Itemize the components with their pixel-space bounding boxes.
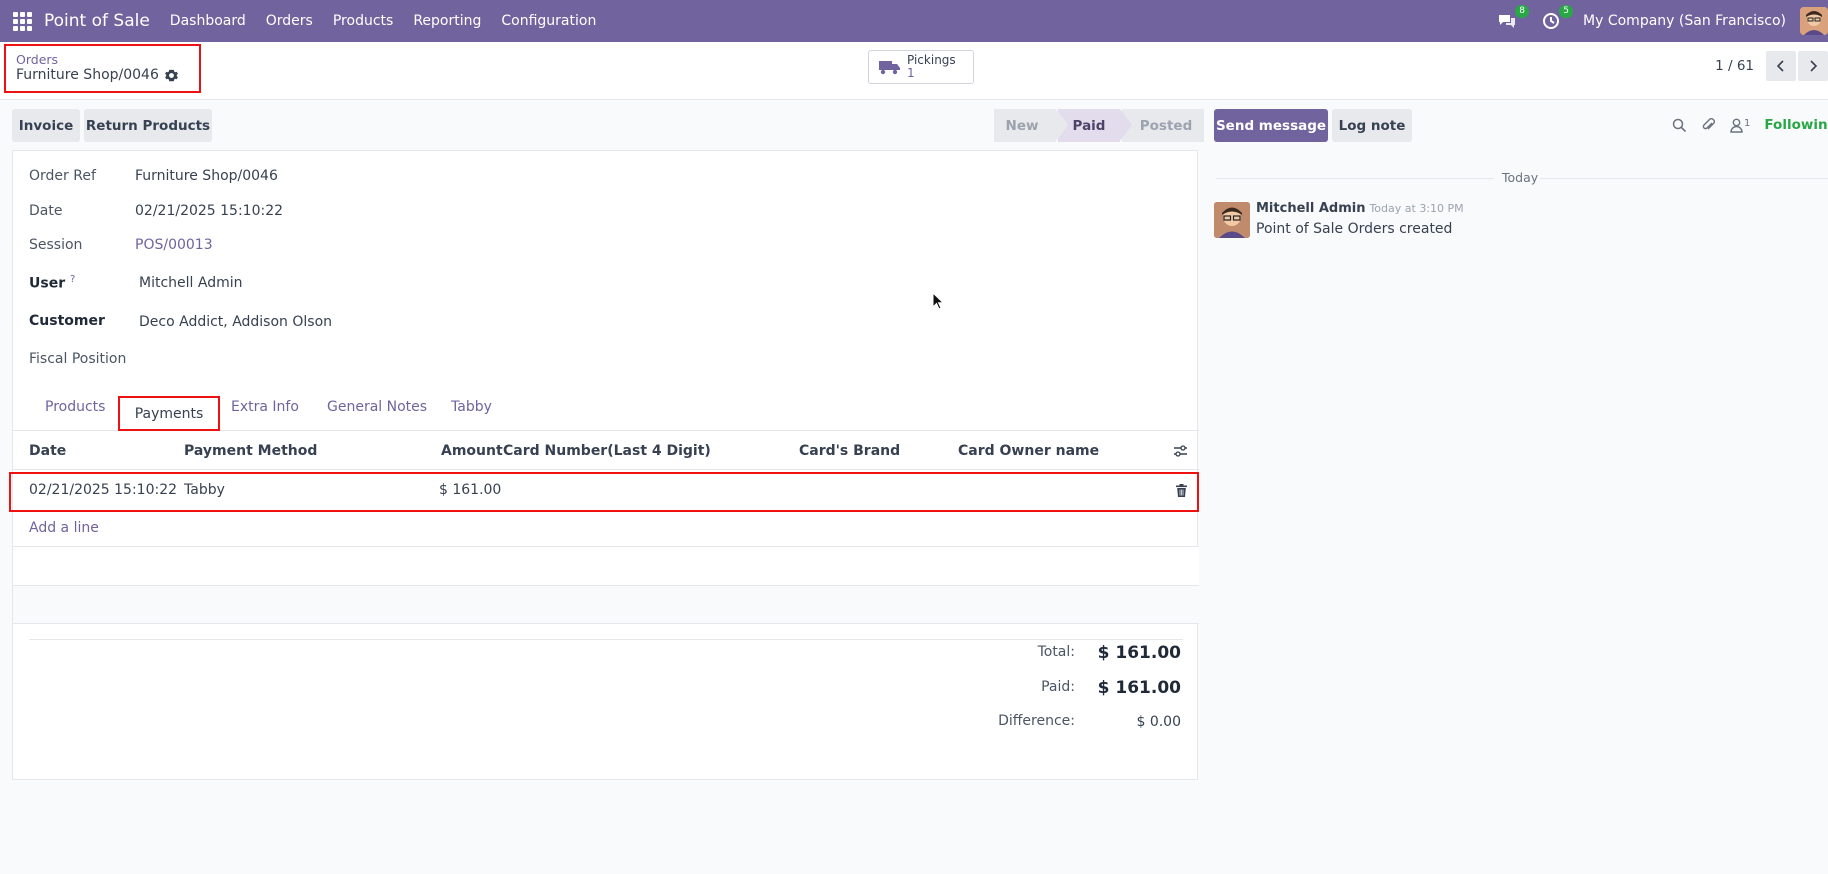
col-card-brand[interactable]: Card's Brand	[799, 443, 900, 459]
pager-value[interactable]: 1 / 61	[1715, 58, 1754, 74]
date-label: Date	[29, 203, 63, 219]
row-amount[interactable]: $ 161.00	[439, 482, 501, 498]
user-label: User ?	[29, 274, 75, 292]
tab-products[interactable]: Products	[45, 399, 105, 415]
header-divider	[13, 469, 1199, 470]
session-label: Session	[29, 237, 83, 253]
empty-row	[13, 586, 1199, 624]
status-posted-label: Posted	[1139, 117, 1193, 134]
col-card-number[interactable]: Card Number(Last 4 Digit)	[503, 443, 711, 459]
record-name: Furniture Shop/0046	[16, 67, 159, 83]
truck-icon	[879, 61, 900, 75]
col-card-owner[interactable]: Card Owner name	[958, 443, 1099, 459]
activities-badge: 5	[1559, 5, 1574, 18]
order-ref-label: Order Ref	[29, 168, 96, 184]
top-navbar: Point of Sale Dashboard Orders Products …	[0, 0, 1828, 42]
user-label-text: User	[29, 275, 66, 292]
pickings-count: 1	[907, 66, 915, 80]
followers-button[interactable]: 1	[1730, 118, 1750, 133]
message-author-avatar[interactable]	[1214, 202, 1250, 238]
menu-products[interactable]: Products	[333, 13, 393, 29]
menu-orders[interactable]: Orders	[266, 13, 313, 29]
total-value: $ 161.00	[1097, 643, 1181, 663]
tab-extra-info[interactable]: Extra Info	[231, 399, 299, 415]
tab-payments[interactable]: Payments	[118, 396, 220, 431]
pager-previous-button[interactable]	[1766, 51, 1796, 81]
following-button[interactable]: Following	[1764, 117, 1828, 133]
fiscal-position-field[interactable]	[139, 349, 439, 371]
message-author: Mitchell Admin Today at 3:10 PM	[1256, 201, 1464, 216]
tab-tabby[interactable]: Tabby	[451, 399, 492, 415]
messages-badge: 8	[1515, 5, 1530, 18]
status-paid-label: Paid	[1072, 117, 1106, 134]
form-sheet: Order Ref Furniture Shop/0046 Date 02/21…	[9, 150, 1199, 780]
help-icon[interactable]: ?	[70, 274, 75, 285]
menu-reporting[interactable]: Reporting	[413, 13, 481, 29]
fiscal-position-label: Fiscal Position	[29, 351, 127, 367]
status-bar: New Paid Posted	[994, 109, 1204, 142]
invoice-button[interactable]: Invoice	[12, 109, 80, 142]
customer-field[interactable]: Deco Addict, Addison Olson	[139, 314, 332, 330]
date-separator: Today	[1216, 170, 1828, 186]
empty-row	[13, 547, 1199, 585]
menu-dashboard[interactable]: Dashboard	[170, 13, 246, 29]
trash-icon[interactable]	[1176, 484, 1187, 497]
message-time: Today at 3:10 PM	[1369, 202, 1464, 215]
main-menu: Dashboard Orders Products Reporting Conf…	[170, 13, 617, 29]
row-date[interactable]: 02/21/2025 15:10:22	[29, 482, 177, 498]
messages-icon[interactable]: 8	[1495, 5, 1530, 33]
user-avatar[interactable]	[1800, 7, 1828, 35]
difference-label: Difference:	[998, 713, 1075, 729]
status-new[interactable]: New	[994, 109, 1068, 142]
row-divider	[13, 623, 1199, 624]
send-message-button[interactable]: Send message	[1214, 109, 1328, 142]
chatter-topbar: 1 Following	[1672, 113, 1828, 137]
difference-value: $ 0.00	[1136, 714, 1181, 730]
gear-icon[interactable]	[164, 69, 178, 82]
col-date[interactable]: Date	[29, 443, 66, 459]
optional-columns-icon[interactable]	[1173, 444, 1188, 458]
breadcrumb: Orders Furniture Shop/0046	[4, 44, 201, 93]
mouse-cursor-icon	[932, 292, 944, 310]
menu-configuration[interactable]: Configuration	[501, 13, 596, 29]
paperclip-icon[interactable]	[1701, 117, 1716, 133]
pickings-label: Pickings	[907, 53, 956, 67]
order-ref-value: Furniture Shop/0046	[135, 168, 278, 184]
totals-divider	[29, 639, 1183, 640]
add-a-line-link[interactable]: Add a line	[29, 520, 99, 536]
status-posted[interactable]: Posted	[1122, 109, 1204, 142]
total-label: Total:	[1037, 644, 1075, 660]
apps-menu-icon[interactable]	[0, 0, 44, 42]
status-new-label: New	[1005, 117, 1039, 134]
pager-next-button[interactable]	[1798, 51, 1828, 81]
paid-value: $ 161.00	[1097, 678, 1181, 698]
message-body: Point of Sale Orders created	[1256, 221, 1453, 237]
followers-count: 1	[1744, 117, 1751, 129]
user-field[interactable]: Mitchell Admin	[139, 275, 243, 291]
date-value: 02/21/2025 15:10:22	[135, 203, 284, 219]
log-note-button[interactable]: Log note	[1332, 109, 1412, 142]
chevron-right-icon	[1810, 60, 1817, 72]
activities-icon[interactable]: 5	[1539, 5, 1574, 33]
breadcrumb-orders[interactable]: Orders	[16, 52, 199, 67]
breadcrumb-current: Furniture Shop/0046	[16, 67, 199, 84]
date-separator-label: Today	[1502, 170, 1539, 185]
pickings-smart-button[interactable]: Pickings 1	[868, 50, 974, 84]
chevron-left-icon	[1777, 60, 1784, 72]
user-icon	[1730, 118, 1743, 133]
row-payment-method[interactable]: Tabby	[184, 482, 225, 498]
paid-label: Paid:	[1041, 679, 1075, 695]
company-switcher[interactable]: My Company (San Francisco)	[1583, 13, 1786, 29]
message-author-name[interactable]: Mitchell Admin	[1256, 201, 1365, 216]
return-products-button[interactable]: Return Products	[84, 109, 212, 142]
app-name[interactable]: Point of Sale	[44, 11, 150, 31]
col-payment-method[interactable]: Payment Method	[184, 443, 317, 459]
control-panel: Orders Furniture Shop/0046 Pickings 1 1 …	[0, 42, 1828, 100]
customer-label: Customer	[29, 313, 105, 329]
session-link[interactable]: POS/00013	[135, 237, 213, 253]
col-amount[interactable]: Amount	[441, 443, 503, 459]
pager: 1 / 61	[1715, 50, 1828, 82]
tab-general-notes[interactable]: General Notes	[327, 399, 427, 415]
search-icon[interactable]	[1672, 118, 1687, 133]
